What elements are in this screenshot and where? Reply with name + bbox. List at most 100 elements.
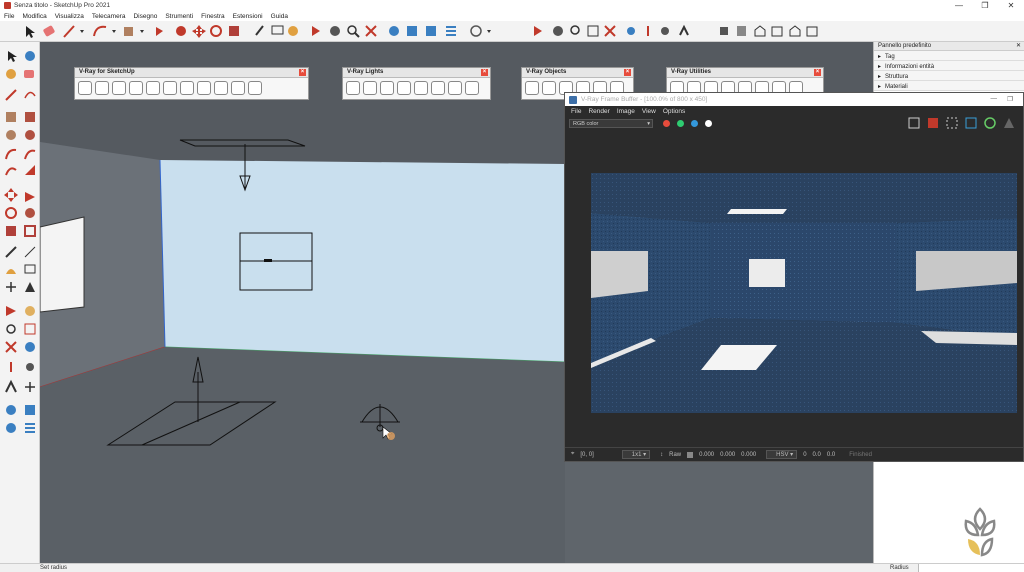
menu-disegno[interactable]: Disegno: [133, 13, 157, 20]
paint-bucket-icon[interactable]: [6, 69, 16, 79]
orbit-tool-icon[interactable]: [312, 26, 320, 36]
eraser-icon[interactable]: [24, 70, 34, 78]
zoom-extents-icon[interactable]: [5, 341, 17, 353]
tape-measure-icon[interactable]: [5, 246, 17, 258]
two-point-arc-icon[interactable]: [24, 149, 36, 160]
offset-icon[interactable]: [24, 225, 36, 237]
line-icon[interactable]: [5, 89, 17, 101]
axes-icon[interactable]: [6, 282, 16, 292]
three-point-arc-icon[interactable]: [5, 167, 17, 176]
pie-icon[interactable]: [25, 165, 35, 175]
vray-window-icon[interactable]: [214, 81, 228, 95]
menu-strumenti[interactable]: Strumenti: [165, 13, 193, 20]
select-tool-icon[interactable]: [26, 26, 35, 38]
zoom-view-icon[interactable]: [570, 25, 580, 35]
blue-channel-button[interactable]: [691, 119, 698, 127]
follow-me-icon[interactable]: [25, 208, 35, 218]
vray-import-icon[interactable]: [231, 81, 245, 95]
vfb-maximize-button[interactable]: ❐: [1007, 95, 1013, 103]
alpha-channel-button[interactable]: [705, 119, 712, 127]
tray-item-outliner[interactable]: Struttura: [874, 71, 1024, 81]
zoom-extents-tool-icon[interactable]: [365, 25, 377, 37]
proxy-icon[interactable]: [542, 81, 556, 95]
arc-icon[interactable]: [5, 148, 17, 160]
zoom-tool-icon[interactable]: [347, 25, 360, 38]
green-channel-button[interactable]: [677, 119, 684, 127]
components-icon[interactable]: [389, 26, 399, 36]
circle-icon[interactable]: [6, 130, 16, 140]
restore-button[interactable]: ❐: [972, 0, 998, 11]
menu-guida[interactable]: Guida: [271, 13, 288, 20]
zoom-window-icon[interactable]: [24, 323, 36, 335]
move-tool-icon[interactable]: [192, 25, 206, 38]
previous-view-icon[interactable]: [627, 27, 635, 35]
layers-icon[interactable]: [446, 26, 456, 36]
minimize-button[interactable]: —: [946, 0, 972, 11]
scale-icon[interactable]: [6, 226, 16, 236]
zoom-icon[interactable]: [6, 324, 16, 334]
infinite-plane-icon[interactable]: [525, 81, 539, 95]
eraser-tool-icon[interactable]: [43, 25, 56, 37]
rotated-rectangle-icon[interactable]: [25, 112, 35, 122]
rect-light-icon[interactable]: [346, 81, 360, 95]
save-image-icon[interactable]: [908, 117, 920, 129]
select-tool-icon[interactable]: [8, 51, 17, 62]
dropdown-chevron-icon[interactable]: [487, 30, 491, 33]
push-pull-tool-icon[interactable]: [156, 27, 163, 36]
color-space-select[interactable]: HSV ▾: [766, 450, 798, 459]
arc-tool-icon[interactable]: [93, 25, 107, 37]
iso-view-icon[interactable]: [720, 27, 728, 35]
pan-icon[interactable]: [25, 306, 35, 316]
styles-icon[interactable]: [426, 26, 436, 36]
materials-icon[interactable]: [407, 26, 417, 36]
vray-teapot-icon[interactable]: [112, 81, 126, 95]
close-icon[interactable]: ×: [814, 69, 821, 76]
sphere-light-icon[interactable]: [380, 81, 394, 95]
left-view-icon[interactable]: [806, 26, 818, 37]
line-tool-icon[interactable]: [63, 25, 75, 38]
vfb-menu-view[interactable]: View: [642, 108, 656, 115]
look-around-icon[interactable]: [26, 363, 34, 371]
dome-light-button-icon[interactable]: [448, 81, 462, 95]
push-pull-icon[interactable]: [25, 192, 35, 202]
vfb-minimize-button[interactable]: —: [991, 95, 998, 102]
raw-toggle[interactable]: Raw: [669, 452, 681, 458]
tray-item-materials[interactable]: Materiali: [874, 81, 1024, 91]
menu-modifica[interactable]: Modifica: [22, 13, 46, 20]
channel-select[interactable]: RGB color ▾: [569, 118, 653, 128]
menu-finestra[interactable]: Finestra: [201, 13, 224, 20]
zoom-window-icon[interactable]: [587, 25, 599, 37]
menu-file[interactable]: File: [4, 13, 14, 20]
sun-light-icon[interactable]: [431, 81, 445, 95]
ies-light-icon[interactable]: [397, 81, 411, 95]
vray-interactive-render-icon[interactable]: [95, 81, 109, 95]
walk-icon[interactable]: [679, 24, 689, 36]
orbit-view-icon[interactable]: [534, 26, 542, 36]
vray-settings-icon[interactable]: [163, 81, 177, 95]
interactive-render-icon[interactable]: [984, 117, 996, 129]
menu-visualizza[interactable]: Visualizza: [55, 13, 84, 20]
dropdown-chevron-icon[interactable]: [112, 30, 116, 33]
top-view-icon[interactable]: [737, 26, 746, 36]
vfb-menu-image[interactable]: Image: [617, 108, 635, 115]
section-plane-icon[interactable]: [25, 382, 35, 392]
paint-bucket-tool-icon[interactable]: [288, 26, 298, 36]
tape-measure-tool-icon[interactable]: [255, 25, 264, 36]
look-around-icon[interactable]: [661, 27, 669, 35]
user-account-icon[interactable]: [470, 25, 482, 37]
tray-item-tag[interactable]: Tag: [874, 51, 1024, 61]
freehand-icon[interactable]: [24, 91, 36, 99]
menu-estensioni[interactable]: Estensioni: [233, 13, 263, 20]
vray-material-icon[interactable]: [146, 81, 160, 95]
pan-view-icon[interactable]: [553, 26, 563, 36]
text-icon[interactable]: [24, 264, 36, 274]
vray-frame-buffer-icon[interactable]: [197, 81, 211, 95]
rectangle-icon[interactable]: [6, 112, 16, 122]
dropdown-chevron-icon[interactable]: [140, 30, 144, 33]
vfb-menu-render[interactable]: Render: [588, 108, 609, 115]
orbit-icon[interactable]: [6, 306, 16, 316]
track-mouse-icon[interactable]: [965, 117, 977, 129]
stop-render-icon[interactable]: [1004, 118, 1014, 128]
make-component-icon[interactable]: [25, 51, 35, 61]
rotate-tool-icon[interactable]: [210, 25, 222, 37]
